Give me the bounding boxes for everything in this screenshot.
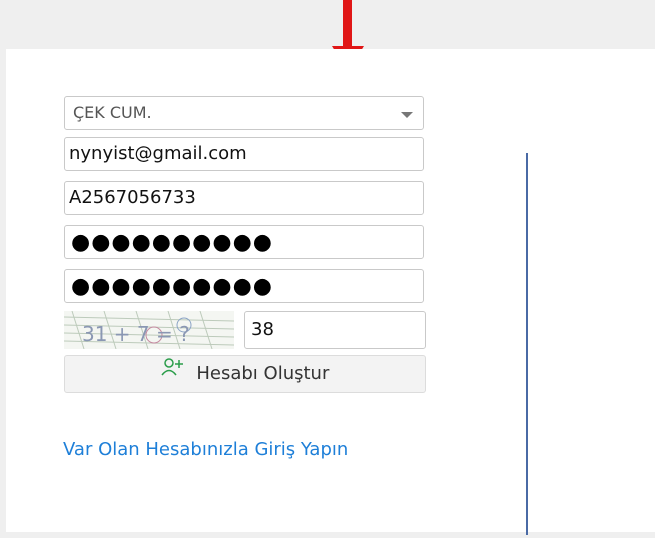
chevron-down-icon bbox=[401, 112, 413, 118]
captcha-answer-input[interactable]: 38 bbox=[244, 311, 426, 349]
vertical-divider bbox=[526, 153, 528, 535]
email-value: nynyist@gmail.com bbox=[69, 143, 247, 164]
id-number-value: A2567056733 bbox=[69, 187, 196, 208]
add-user-icon bbox=[161, 354, 183, 390]
password-confirm-value: ●●●●●●●●●● bbox=[71, 274, 273, 299]
account-type-value: ÇEK CUM. bbox=[73, 103, 152, 122]
create-account-label: Hesabı Oluştur bbox=[196, 363, 330, 384]
account-type-select[interactable]: ÇEK CUM. bbox=[64, 96, 424, 130]
captcha-image: 31 + 7 = ? bbox=[64, 311, 234, 349]
create-account-button[interactable]: Hesabı Oluştur bbox=[64, 355, 426, 393]
id-number-field[interactable]: A2567056733 bbox=[64, 181, 424, 215]
arrow-shaft bbox=[343, 0, 352, 48]
password-field[interactable]: ●●●●●●●●●● bbox=[64, 225, 424, 259]
login-existing-account-link[interactable]: Var Olan Hesabınızla Giriş Yapın bbox=[63, 439, 348, 460]
captcha-text: 31 + 7 = ? bbox=[82, 322, 190, 346]
captcha-answer-value: 38 bbox=[251, 319, 274, 340]
password-value: ●●●●●●●●●● bbox=[71, 230, 273, 255]
email-field[interactable]: nynyist@gmail.com bbox=[64, 137, 424, 171]
password-confirm-field[interactable]: ●●●●●●●●●● bbox=[64, 269, 424, 303]
registration-panel: ÇEK CUM. nynyist@gmail.com A2567056733 ●… bbox=[6, 49, 655, 535]
